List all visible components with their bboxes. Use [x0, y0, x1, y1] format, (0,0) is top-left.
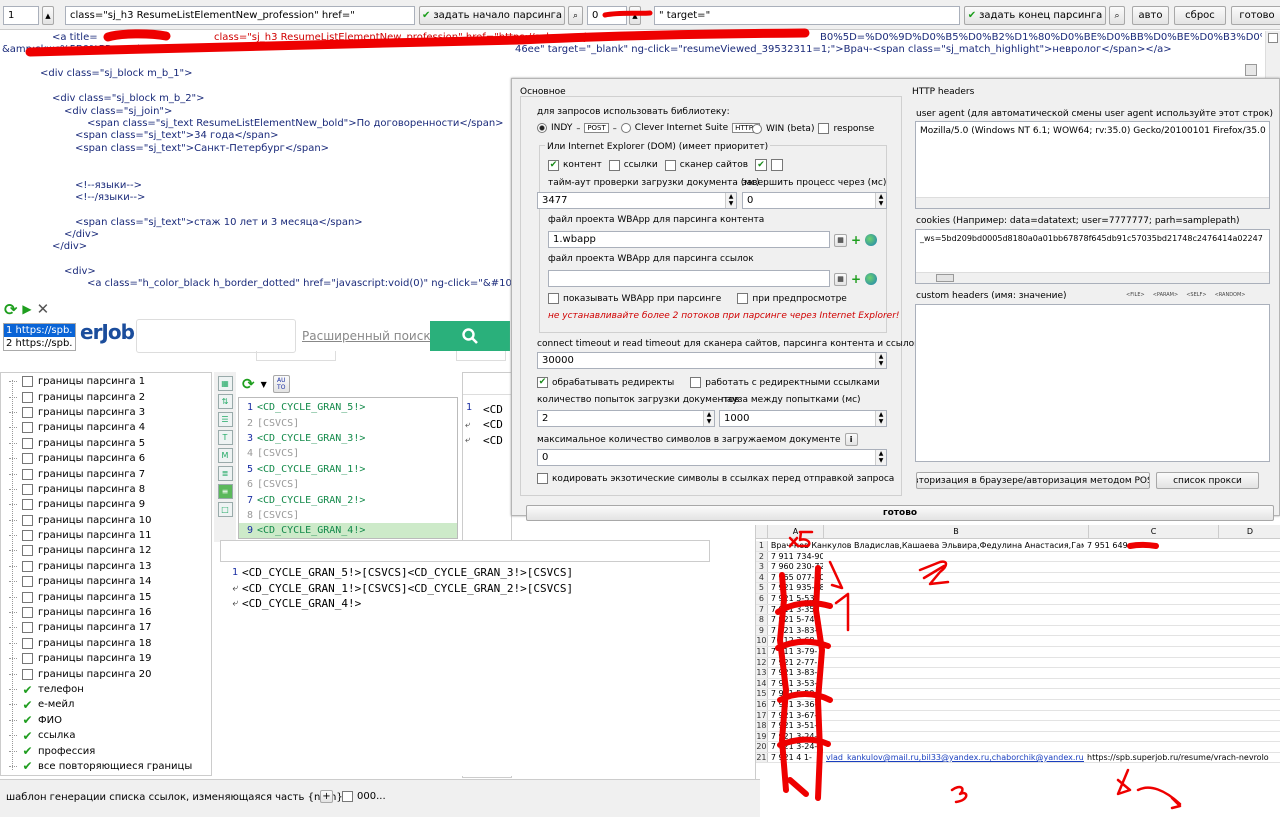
annotation-h-strokes: [775, 565, 833, 801]
annotation-digit-5: [788, 530, 814, 548]
red-ink-overlay: [25, 10, 1182, 810]
annotation-arrow-3: [950, 785, 968, 804]
redaction-stroke: [103, 29, 171, 42]
redaction-stroke: [1127, 541, 1159, 549]
annotation-arrow-4: [1116, 768, 1182, 810]
redaction-stroke: [602, 10, 653, 18]
annotation-digit-1: [828, 560, 850, 632]
annotation-digit-2: [918, 560, 950, 586]
